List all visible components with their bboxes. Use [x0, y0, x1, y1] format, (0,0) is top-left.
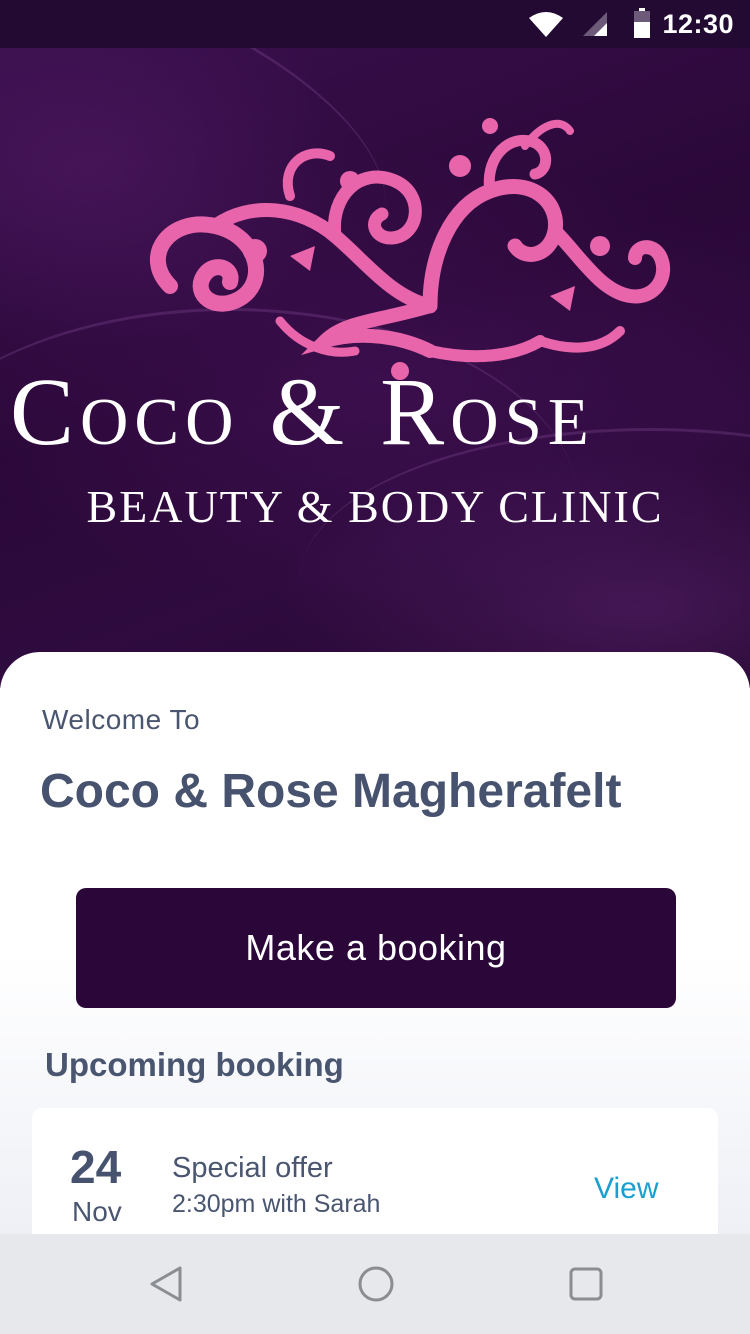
brand-name: Coco & Rose — [10, 358, 595, 465]
booking-time: 2:30pm with Sarah — [172, 1190, 381, 1218]
battery-icon — [634, 8, 650, 38]
clock: 12:30 — [662, 9, 734, 39]
brand-tagline: BEAUTY & BODY CLINIC — [86, 481, 664, 532]
salon-name: Coco & Rose Magherafelt — [40, 765, 622, 818]
wifi-icon — [529, 12, 563, 37]
back-icon[interactable] — [146, 1264, 186, 1304]
booking-day: 24 — [70, 1141, 122, 1193]
welcome-label: Welcome To — [42, 704, 201, 735]
ornament-logo — [150, 118, 671, 380]
booking-month: Nov — [72, 1196, 122, 1227]
navigation-bar — [0, 1234, 750, 1334]
home-card: Welcome To Coco & Rose Magherafelt Make … — [0, 652, 750, 1268]
booking-service: Special offer — [172, 1152, 333, 1184]
status-bar: 12:30 — [0, 0, 750, 48]
upcoming-booking-heading: Upcoming booking — [45, 1046, 344, 1083]
brand-banner: Coco & Rose BEAUTY & BODY CLINIC — [0, 48, 750, 688]
home-icon[interactable] — [356, 1264, 396, 1304]
recents-icon[interactable] — [566, 1264, 606, 1304]
view-booking-link[interactable]: View — [594, 1172, 658, 1206]
cell-signal-icon — [583, 12, 607, 36]
make-booking-button[interactable]: Make a booking — [76, 888, 676, 1008]
